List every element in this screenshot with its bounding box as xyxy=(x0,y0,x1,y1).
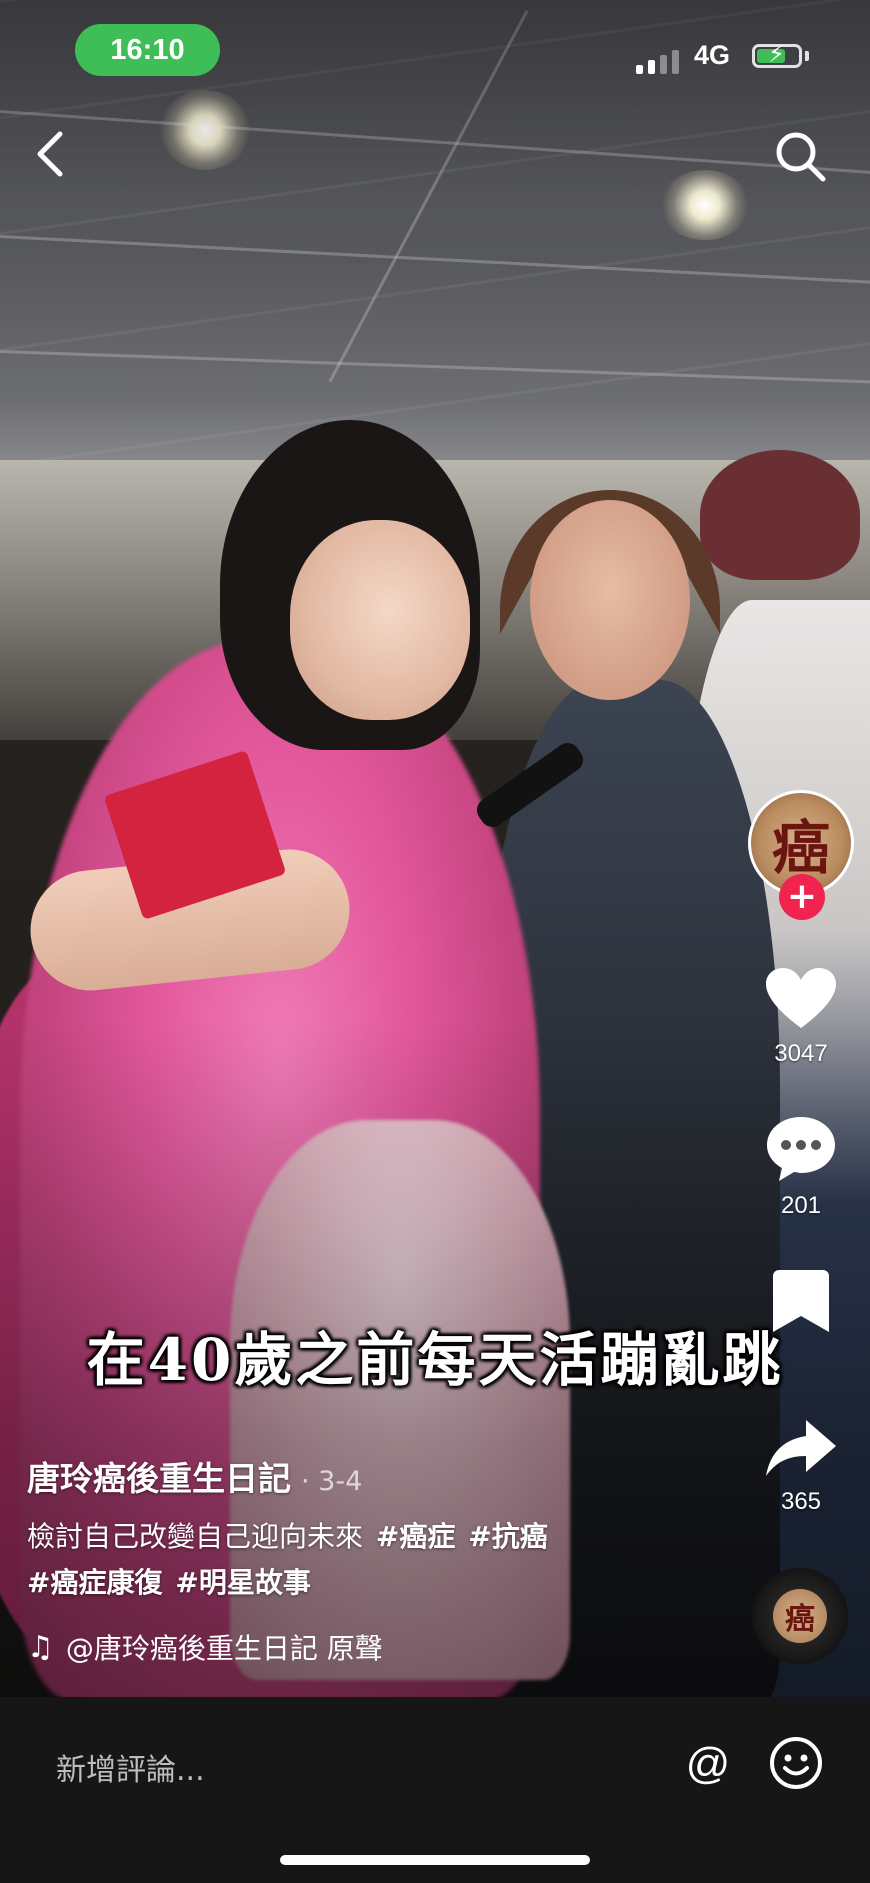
comment-bubble-icon xyxy=(767,1117,835,1181)
description-text: 檢討自己改變自己迎向未來 xyxy=(27,1520,364,1553)
music-disc[interactable]: 癌 xyxy=(752,1568,848,1664)
network-type: 4G xyxy=(694,40,731,70)
comment-button[interactable]: 201 xyxy=(756,1114,846,1220)
follow-button[interactable]: + xyxy=(779,874,825,920)
back-button[interactable] xyxy=(30,126,74,182)
comment-input[interactable]: 新增評論... xyxy=(56,1745,205,1789)
music-note-icon: ♫ xyxy=(27,1629,54,1665)
author-name[interactable]: 唐玲癌後重生日記 xyxy=(27,1452,291,1500)
music-disc-cover: 癌 xyxy=(773,1589,827,1643)
heart-icon xyxy=(766,968,836,1028)
hashtag-link[interactable]: #癌症 xyxy=(376,1520,455,1553)
emoji-button[interactable] xyxy=(768,1735,824,1791)
bookmark-button[interactable] xyxy=(756,1268,846,1338)
share-arrow-icon xyxy=(766,1420,836,1476)
charging-bolt-icon: ⚡ xyxy=(768,40,785,68)
video-vignette xyxy=(0,0,870,1697)
plus-icon: + xyxy=(786,876,818,917)
hashtag-link[interactable]: #抗癌 xyxy=(468,1520,547,1553)
share-button[interactable]: 365 xyxy=(756,1418,846,1516)
chevron-left-icon xyxy=(37,131,63,177)
post-date: · 3-4 xyxy=(301,1466,363,1497)
music-info[interactable]: ♫ @唐玲癌後重生日記 原聲 xyxy=(27,1627,383,1667)
author-line: 唐玲癌後重生日記 · 3-4 xyxy=(27,1452,362,1500)
comment-count: 201 xyxy=(780,1192,822,1219)
share-count: 365 xyxy=(780,1488,822,1515)
like-count: 3047 xyxy=(774,1040,828,1067)
like-button[interactable]: 3047 xyxy=(756,966,846,1068)
bookmark-icon xyxy=(773,1270,829,1332)
search-button[interactable] xyxy=(772,128,828,184)
home-indicator[interactable] xyxy=(280,1855,590,1865)
hashtag-link[interactable]: #明星故事 xyxy=(175,1566,310,1599)
music-title: @唐玲癌後重生日記 原聲 xyxy=(65,1632,383,1665)
post-description: 檢討自己改變自己迎向未來 #癌症 #抗癌 #癌症康復 #明星故事 xyxy=(27,1514,657,1606)
video-overlay-caption: 在40歲之前每天活蹦亂跳 xyxy=(86,1326,784,1394)
signal-icon xyxy=(636,50,679,74)
smiley-icon xyxy=(770,1737,822,1789)
video-post-screen: 16:10 4G ⚡ 在40歲之前每天活蹦亂跳 癌 + 3047 201 365… xyxy=(0,0,870,1883)
avatar-text: 癌 xyxy=(771,814,830,882)
search-icon xyxy=(776,132,826,182)
video-player[interactable] xyxy=(0,0,870,1697)
status-time: 16:10 xyxy=(75,24,220,76)
hashtag-link[interactable]: #癌症康復 xyxy=(27,1566,162,1599)
battery-cap xyxy=(805,51,809,61)
mention-button[interactable]: @ xyxy=(681,1737,735,1791)
